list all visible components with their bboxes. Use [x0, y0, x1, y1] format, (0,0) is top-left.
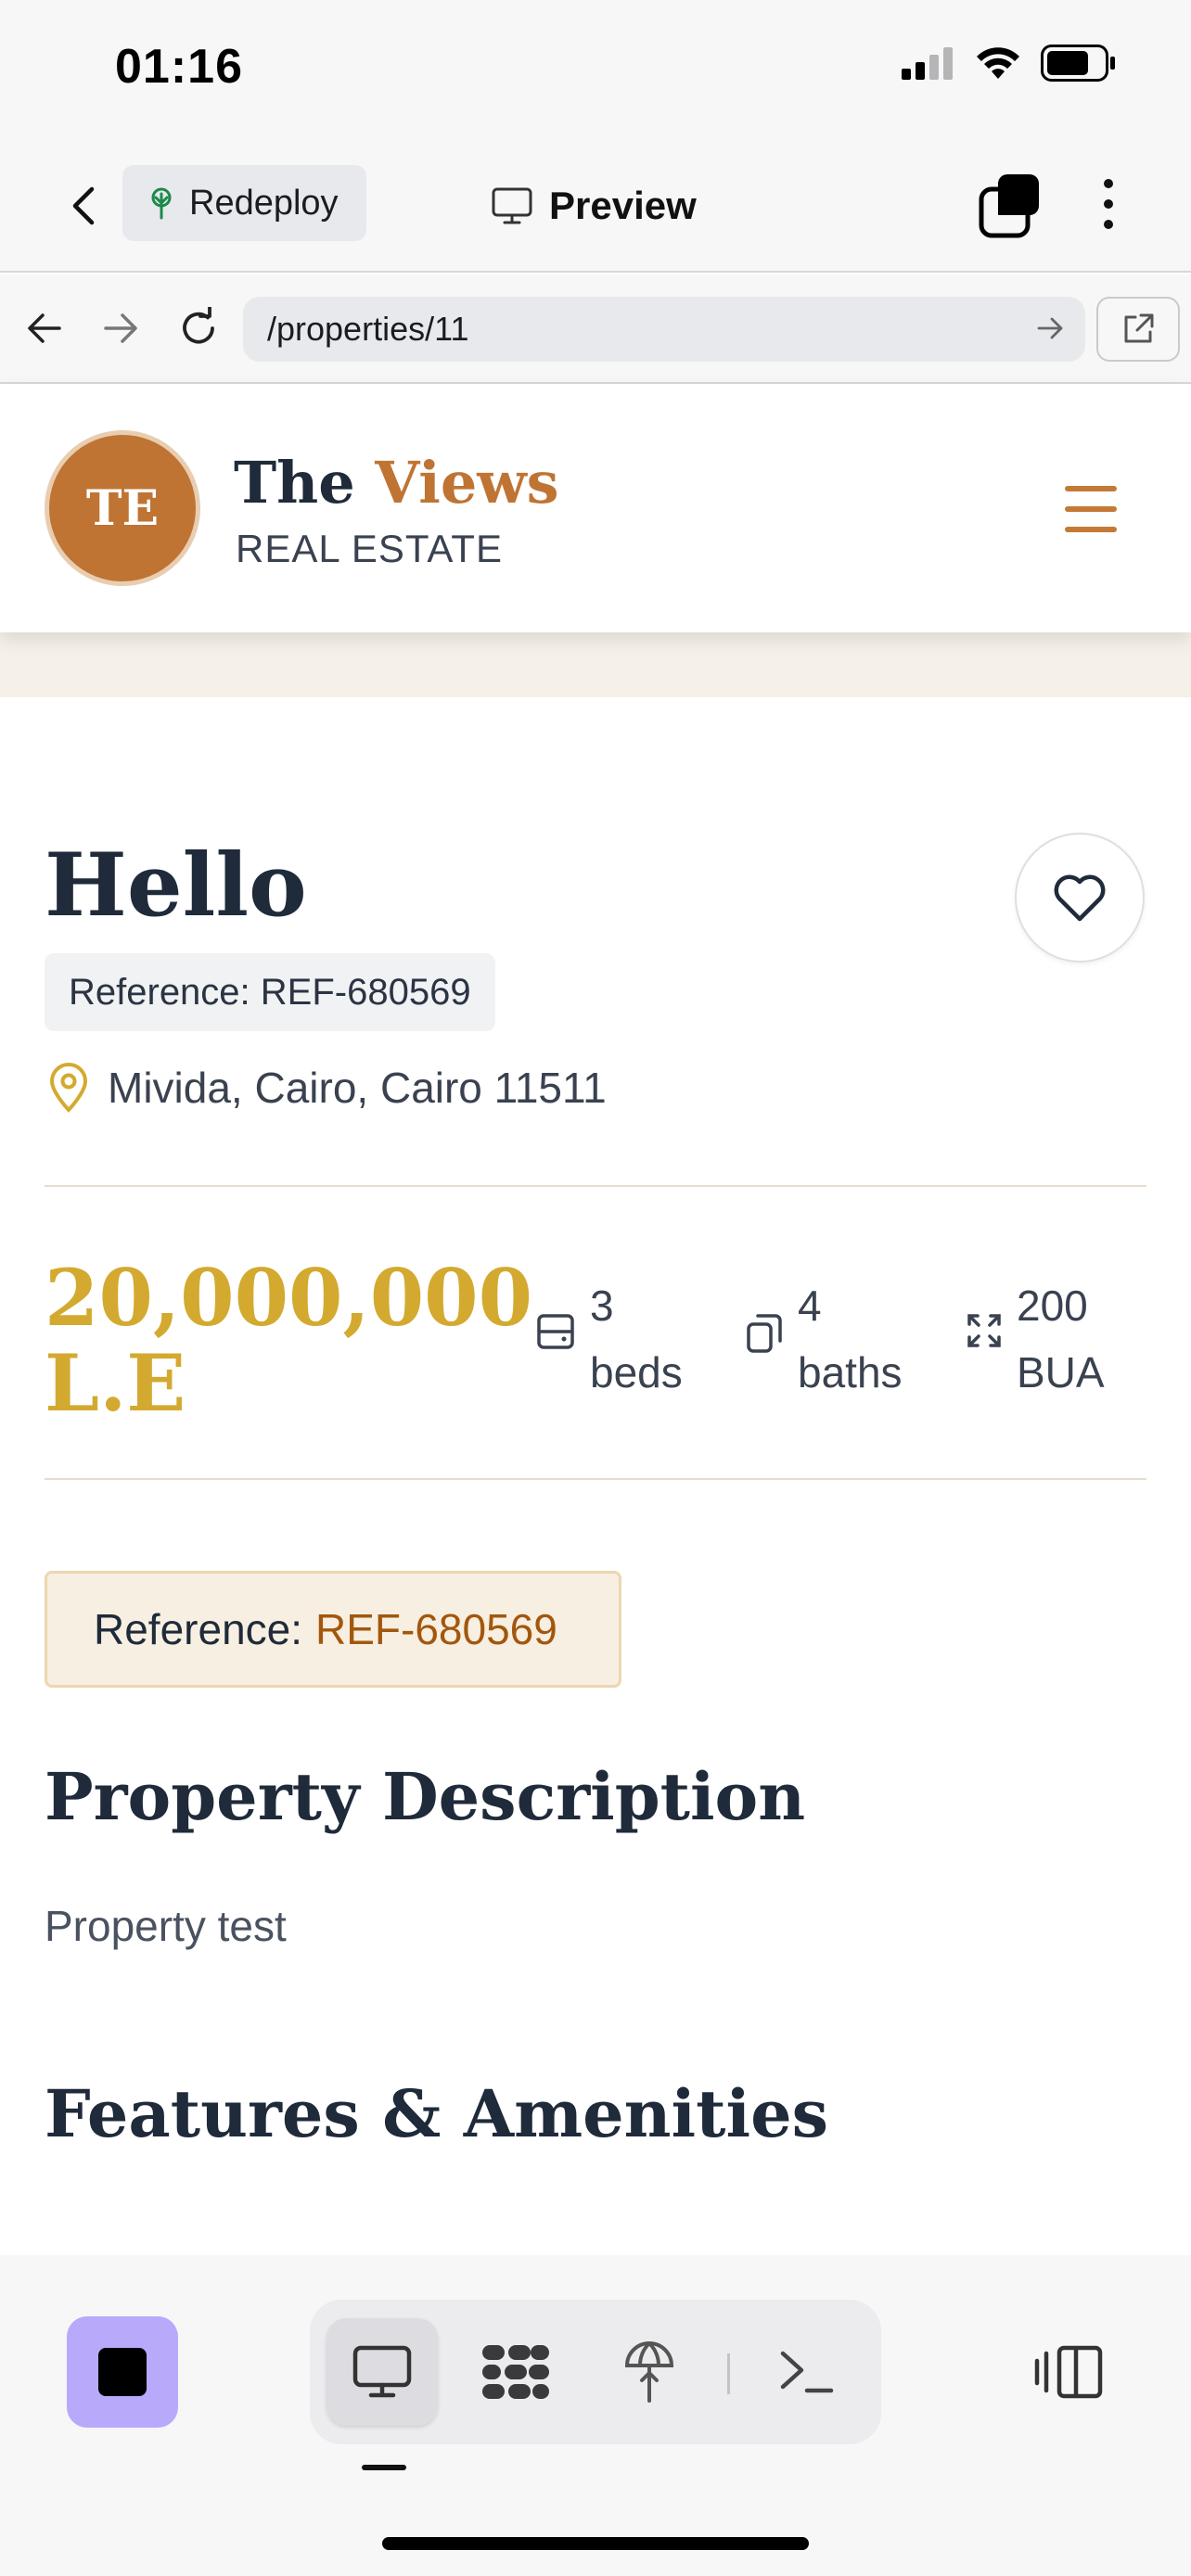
price-currency: L.E: [45, 1337, 186, 1429]
hero-strip: [0, 632, 1191, 697]
open-external-button[interactable]: [1096, 297, 1180, 362]
features-heading: Features & Amenities: [45, 2075, 829, 2152]
tool-preview-button[interactable]: [327, 2318, 438, 2426]
reference-box-value: REF-680569: [315, 1605, 557, 1653]
property-price: 20,000,000 L.E: [45, 1252, 533, 1429]
terminal-icon: [780, 2351, 834, 2393]
status-icons: [902, 45, 1117, 82]
devices-icon: [1034, 2345, 1103, 2399]
tool-shell-button[interactable]: [751, 2318, 863, 2426]
redeploy-label: Redeploy: [189, 183, 339, 223]
reload-button[interactable]: [171, 300, 226, 356]
baths-value: 4: [798, 1282, 822, 1330]
bed-icon: [537, 1314, 574, 1349]
reference-box-label: Reference:: [94, 1605, 303, 1653]
external-link-icon: [1124, 313, 1154, 343]
redeploy-button[interactable]: Redeploy: [122, 165, 366, 241]
redeploy-tree-icon: [151, 187, 172, 220]
area-value: 200: [1017, 1282, 1088, 1330]
expand-icon: [967, 1314, 1001, 1347]
bottom-toolbar: [0, 2255, 1191, 2576]
divider: [45, 1478, 1146, 1480]
reload-icon: [183, 307, 214, 344]
description-heading: Property Description: [45, 1758, 806, 1835]
brand-subtitle: REAL ESTATE: [236, 527, 503, 570]
property-title: Hello: [45, 835, 307, 937]
beds-label: beds: [590, 1348, 683, 1396]
status-bar: 01:16: [0, 0, 1191, 139]
tool-deploy-button[interactable]: [594, 2318, 705, 2426]
wifi-icon: [977, 47, 1019, 79]
spec-baths: 4 baths: [746, 1272, 903, 1406]
url-text: /properties/11: [267, 310, 469, 348]
beds-value: 3: [590, 1282, 614, 1330]
arrow-left-icon: [28, 313, 61, 343]
status-time: 01:16: [115, 40, 243, 94]
back-button[interactable]: [56, 176, 111, 236]
brand-word-views: Views: [375, 449, 559, 516]
area-label: BUA: [1017, 1348, 1105, 1396]
active-tab-indicator: [362, 2465, 406, 2470]
menu-button[interactable]: [1065, 486, 1117, 532]
stop-button[interactable]: [67, 2316, 178, 2428]
baths-label: baths: [798, 1348, 903, 1396]
chevron-left-icon: [72, 186, 95, 225]
battery-icon: [1041, 45, 1115, 82]
tabs-button[interactable]: [978, 169, 1043, 239]
bath-icon: [747, 1314, 782, 1353]
brand-name[interactable]: The Views: [234, 449, 559, 516]
monitor-icon: [492, 187, 532, 224]
app-bar: Redeploy Preview: [0, 139, 1191, 273]
arrow-right-icon: [104, 313, 137, 343]
spec-area: 200 BUA: [967, 1272, 1105, 1406]
location-text: Mivida, Cairo, Cairo 11511: [108, 1064, 607, 1112]
devices-button[interactable]: [1031, 2318, 1106, 2426]
hamburger-icon: [1065, 486, 1117, 491]
reference-box: Reference: REF-680569: [45, 1571, 621, 1688]
divider: [45, 1185, 1146, 1187]
preview-title: Preview: [492, 176, 697, 236]
cellular-signal-icon: [902, 47, 953, 80]
more-options-button[interactable]: [1085, 169, 1132, 239]
site-header: TE The Views REAL ESTATE: [0, 384, 1191, 632]
reference-chip: Reference: REF-680569: [45, 953, 495, 1031]
go-arrow-icon[interactable]: [1035, 312, 1067, 344]
heart-icon: [1054, 874, 1106, 922]
nav-back-button[interactable]: [17, 300, 72, 356]
preview-label: Preview: [549, 184, 697, 227]
brand-word-the: The: [234, 449, 355, 516]
deploy-icon: [624, 2340, 674, 2403]
tool-group: [310, 2300, 881, 2444]
monitor-icon: [352, 2345, 412, 2398]
favorite-button[interactable]: [1015, 833, 1145, 963]
url-bar: /properties/11: [0, 274, 1191, 384]
home-indicator: [382, 2537, 809, 2550]
tool-separator: [727, 2353, 730, 2394]
workspace-icon: [482, 2345, 549, 2399]
stop-icon: [98, 2348, 147, 2396]
property-location: Mivida, Cairo, Cairo 11511: [48, 1063, 607, 1113]
nav-forward-button[interactable]: [93, 300, 148, 356]
price-amount: 20,000,000: [45, 1252, 533, 1344]
brand-logo[interactable]: TE: [45, 430, 200, 586]
description-text: Property test: [45, 1902, 287, 1950]
url-input[interactable]: /properties/11: [243, 297, 1085, 362]
spec-beds: 3 beds: [536, 1272, 683, 1406]
map-pin-icon: [49, 1063, 88, 1113]
tool-workspace-button[interactable]: [460, 2318, 571, 2426]
more-vertical-icon: [1104, 179, 1113, 188]
tabs-icon: [979, 174, 1039, 238]
